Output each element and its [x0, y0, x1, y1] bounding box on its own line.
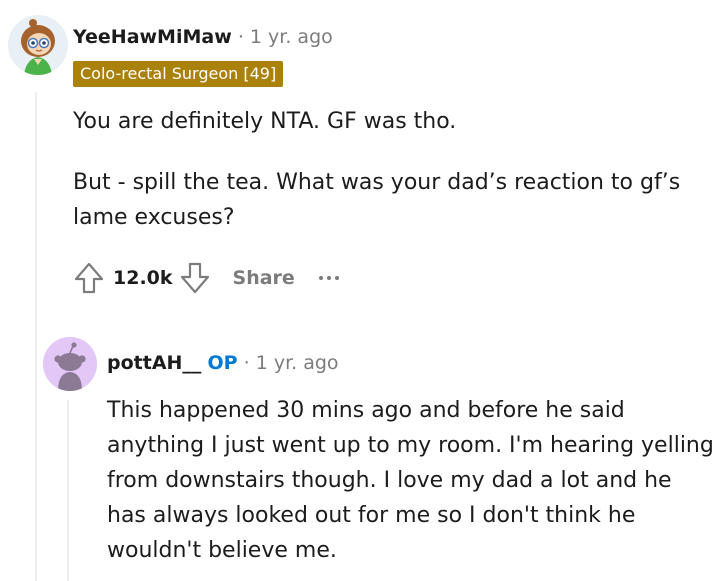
comment-paragraph: But - spill the tea. What was your dad’s…: [73, 170, 681, 230]
more-icon: [318, 276, 323, 280]
meta-separator: ·: [237, 26, 244, 48]
more-icon-dot: [334, 276, 339, 280]
upvote-icon: [74, 262, 104, 294]
timestamp-link[interactable]: 1 yr. ago: [250, 26, 333, 48]
more-options-button[interactable]: [318, 276, 339, 280]
avatar-character-icon: [8, 15, 68, 75]
comment-meta: YeeHawMiMaw · 1 yr. ago: [73, 25, 333, 49]
comment-actions: 12.0k Share: [73, 258, 339, 298]
avatar[interactable]: [43, 337, 97, 391]
more-icon-dot: [326, 276, 331, 280]
username-link[interactable]: pottAH__: [107, 352, 201, 374]
downvote-button[interactable]: [179, 261, 211, 295]
share-button[interactable]: Share: [233, 267, 295, 289]
snoo-avatar-icon: [43, 337, 97, 391]
vote-count: 12.0k: [113, 267, 173, 289]
username-link[interactable]: YeeHawMiMaw: [73, 26, 232, 48]
thread-line-reply[interactable]: [67, 400, 69, 581]
upvote-button[interactable]: [73, 261, 105, 295]
avatar[interactable]: [8, 15, 68, 75]
timestamp-link[interactable]: 1 yr. ago: [256, 352, 339, 374]
thread-line[interactable]: [35, 92, 37, 581]
comment-body: You are definitely NTA. GF was tho. But …: [73, 104, 713, 235]
user-flair: Colo-rectal Surgeon [49]: [73, 61, 284, 87]
reply-body: This happened 30 mins ago and before he …: [107, 393, 714, 568]
comment-paragraph: This happened 30 mins ago and before he …: [107, 398, 714, 563]
downvote-icon: [180, 262, 209, 294]
op-badge: OP: [207, 352, 238, 374]
meta-separator: ·: [243, 352, 250, 374]
reply-meta: pottAH__ OP · 1 yr. ago: [107, 351, 339, 375]
comment-paragraph: You are definitely NTA. GF was tho.: [73, 109, 457, 134]
